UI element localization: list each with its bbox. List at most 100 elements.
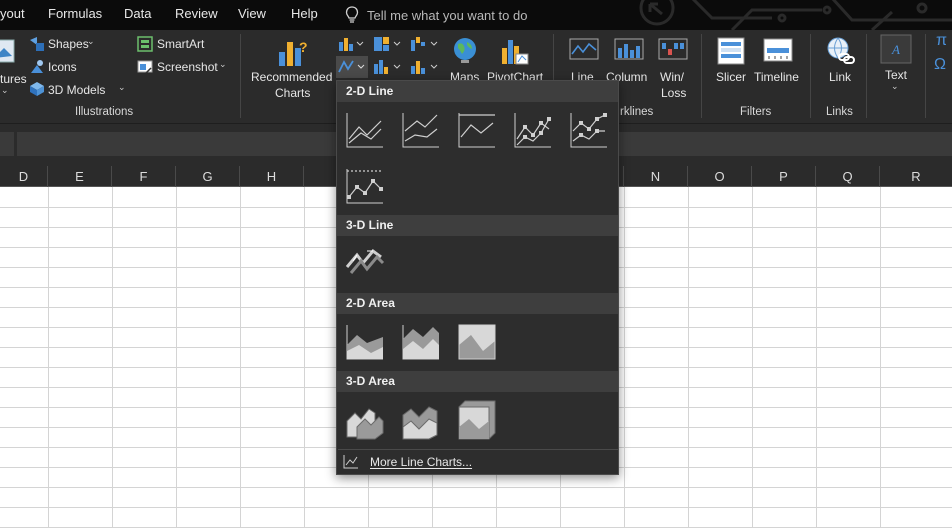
links-group-label: Links — [826, 106, 853, 118]
line-with-markers-chart-icon — [514, 113, 551, 148]
pictures-label[interactable]: tures — [0, 72, 27, 86]
column-header-f[interactable]: F — [112, 166, 176, 187]
stacked-line-chart-icon — [402, 113, 439, 148]
tab-help[interactable]: Help — [291, 6, 318, 21]
column-header-d[interactable]: D — [0, 166, 48, 187]
shapes-icon — [30, 37, 44, 51]
tell-me-search[interactable]: Tell me what you want to do — [345, 5, 527, 25]
recommended-charts-icon: ? — [279, 39, 308, 66]
column-header-o[interactable]: O — [688, 166, 752, 187]
ribbon-separator — [925, 34, 926, 118]
line-chart-option[interactable] — [343, 109, 387, 151]
lightbulb-icon — [345, 6, 359, 23]
section-header-3d-line: 3-D Line — [337, 215, 618, 236]
recommended-charts-label-1[interactable]: Recommended — [251, 70, 332, 84]
tell-me-placeholder: Tell me what you want to do — [367, 7, 528, 23]
filters-group-label: Filters — [740, 106, 772, 118]
illustrations-group-label: Illustrations — [75, 106, 134, 118]
ribbon-separator — [701, 34, 702, 118]
sparklines-group-label: rklines — [620, 106, 654, 118]
more-line-charts-label: More Line Charts... — [370, 455, 473, 469]
ribbon-separator — [240, 34, 241, 118]
3d-line-chart-option[interactable] — [343, 241, 387, 283]
stacked-area-chart-icon — [402, 325, 439, 360]
column-header-q[interactable]: Q — [816, 166, 880, 187]
smartart-button[interactable]: SmartArt — [157, 37, 204, 51]
scatter-chart-icon[interactable] — [410, 58, 440, 76]
shapes-chevron-icon[interactable]: ⌄ — [87, 36, 95, 47]
tab-data[interactable]: Data — [124, 6, 151, 21]
svg-text:?: ? — [299, 39, 308, 55]
sparkline-winloss-label-1[interactable]: Win/ — [660, 70, 684, 84]
statistic-chart-icon[interactable] — [373, 58, 403, 76]
area-chart-icon — [346, 325, 383, 360]
stacked-line-chart-option[interactable] — [399, 109, 443, 151]
more-line-charts-button[interactable]: More Line Charts... — [338, 449, 618, 473]
symbol-button[interactable]: Ω — [934, 56, 946, 74]
timeline-button[interactable]: Timeline — [754, 70, 799, 84]
timeline-icon — [763, 38, 793, 62]
circuit-background-decoration — [639, 0, 952, 30]
column-header-h[interactable]: H — [240, 166, 304, 187]
3d-models-chevron-icon[interactable]: ⌄ — [118, 82, 126, 93]
shapes-button[interactable]: Shapes — [48, 37, 89, 51]
100-stacked-line-with-markers-chart-icon — [346, 169, 383, 204]
text-button[interactable]: Text — [885, 68, 907, 82]
stacked-line-with-markers-chart-icon — [570, 113, 607, 148]
text-chevron-icon[interactable]: ⌄ — [891, 81, 899, 92]
tab-formulas[interactable]: Formulas — [48, 6, 102, 21]
area-chart-option[interactable] — [343, 321, 387, 363]
tab-review[interactable]: Review — [175, 6, 218, 21]
3d-100-stacked-area-chart-option[interactable] — [455, 399, 499, 441]
link-icon — [827, 37, 855, 64]
tab-layout[interactable]: yout — [0, 6, 25, 21]
icons-button[interactable]: Icons — [48, 60, 77, 74]
slicer-icon — [717, 37, 745, 65]
line-with-markers-chart-option[interactable] — [511, 109, 555, 151]
waterfall-chart-icon[interactable] — [410, 36, 440, 52]
sparkline-winloss-label-2[interactable]: Loss — [661, 86, 686, 100]
column-header-r[interactable]: R — [880, 166, 952, 187]
pivotchart-icon — [502, 40, 529, 65]
pictures-icon[interactable] — [0, 38, 16, 64]
3d-100-stacked-area-chart-icon — [458, 400, 496, 440]
sparkline-winloss-icon — [658, 38, 688, 60]
section-header-2d-line: 2-D Line — [337, 81, 618, 102]
3d-stacked-area-chart-icon — [402, 406, 438, 440]
ribbon-separator — [810, 34, 811, 118]
smartart-icon — [137, 36, 153, 52]
column-header-e[interactable]: E — [48, 166, 112, 187]
column-header-n[interactable]: N — [624, 166, 688, 187]
column-header-p[interactable]: P — [752, 166, 816, 187]
100-stacked-line-chart-icon — [458, 113, 495, 148]
column-header-g[interactable]: G — [176, 166, 240, 187]
100-stacked-line-with-markers-chart-option[interactable] — [343, 165, 387, 207]
svg-text:A: A — [891, 42, 900, 57]
line-chart-button-icon[interactable] — [336, 56, 368, 78]
menu-bar: yout Formulas Data Review View Help Tell… — [0, 0, 952, 30]
recommended-charts-label-2[interactable]: Charts — [275, 86, 310, 100]
line-area-chart-dropdown: 2-D Line 3-D Line 2-D Area 3-D Area More… — [336, 80, 619, 475]
column-chart-icon[interactable] — [338, 36, 364, 52]
3d-models-button[interactable]: 3D Models — [48, 83, 105, 97]
line-chart-icon — [346, 113, 383, 148]
pictures-chevron-icon[interactable]: ⌄ — [1, 85, 9, 96]
3d-line-chart-icon — [345, 248, 385, 274]
100-stacked-area-chart-icon — [458, 324, 496, 360]
hierarchy-chart-icon[interactable] — [373, 36, 403, 52]
slicer-button[interactable]: Slicer — [716, 70, 746, 84]
sparkline-line-icon — [569, 38, 599, 60]
screenshot-chevron-icon[interactable]: ⌄ — [219, 59, 227, 70]
100-stacked-line-chart-option[interactable] — [455, 109, 499, 151]
stacked-area-chart-option[interactable] — [399, 321, 443, 363]
link-button[interactable]: Link — [829, 70, 851, 84]
100-stacked-area-chart-option[interactable] — [455, 321, 499, 363]
tab-view[interactable]: View — [238, 6, 266, 21]
stacked-line-with-markers-chart-option[interactable] — [567, 109, 611, 151]
3d-area-chart-option[interactable] — [343, 399, 387, 441]
equation-button[interactable]: π — [936, 32, 947, 50]
3d-stacked-area-chart-option[interactable] — [399, 399, 443, 441]
screenshot-button[interactable]: Screenshot — [157, 60, 218, 74]
name-box[interactable] — [0, 132, 14, 156]
text-box-icon: A — [880, 34, 912, 64]
